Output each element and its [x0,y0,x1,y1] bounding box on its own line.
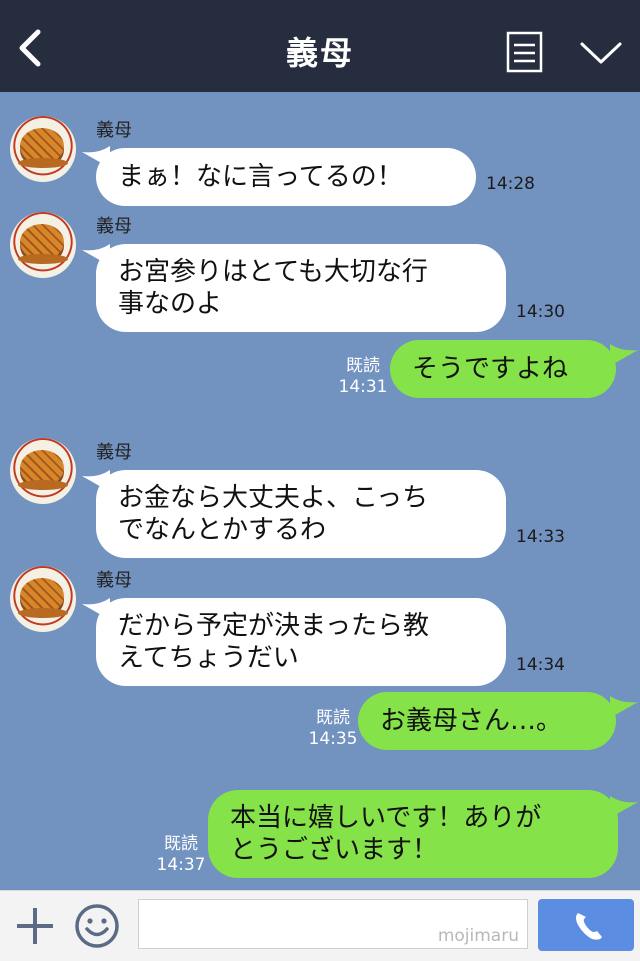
add-button[interactable] [14,905,56,947]
memo-icon [506,31,543,73]
read-receipt: 既読 14:37 [154,834,208,876]
message-outgoing: 既読 14:37 本当に嬉しいです！ありが とうございます！ [0,92,640,890]
bubble-tail [610,796,638,818]
watermark: mojimaru [437,926,519,946]
read-label: 既読 [164,834,198,854]
input-bar: mojimaru [0,890,640,961]
chat-header: 義母 [0,0,640,92]
phone-icon [576,913,602,940]
smiley-icon [75,904,119,948]
menu-button[interactable] [578,34,624,70]
plus-icon [17,908,53,944]
chat-area[interactable]: 義母 まぁ！なに言ってるの！ 14:28 義母 お宮参りはとても大切な行 事なの… [0,92,640,890]
message-time: 14:37 [156,855,206,875]
memo-button[interactable] [504,30,546,74]
message-input[interactable]: mojimaru [138,899,528,949]
call-button[interactable] [538,899,634,951]
emoji-button[interactable] [74,903,120,949]
chevron-down-icon [580,42,622,64]
message-bubble[interactable]: 本当に嬉しいです！ありが とうございます！ [208,790,618,878]
